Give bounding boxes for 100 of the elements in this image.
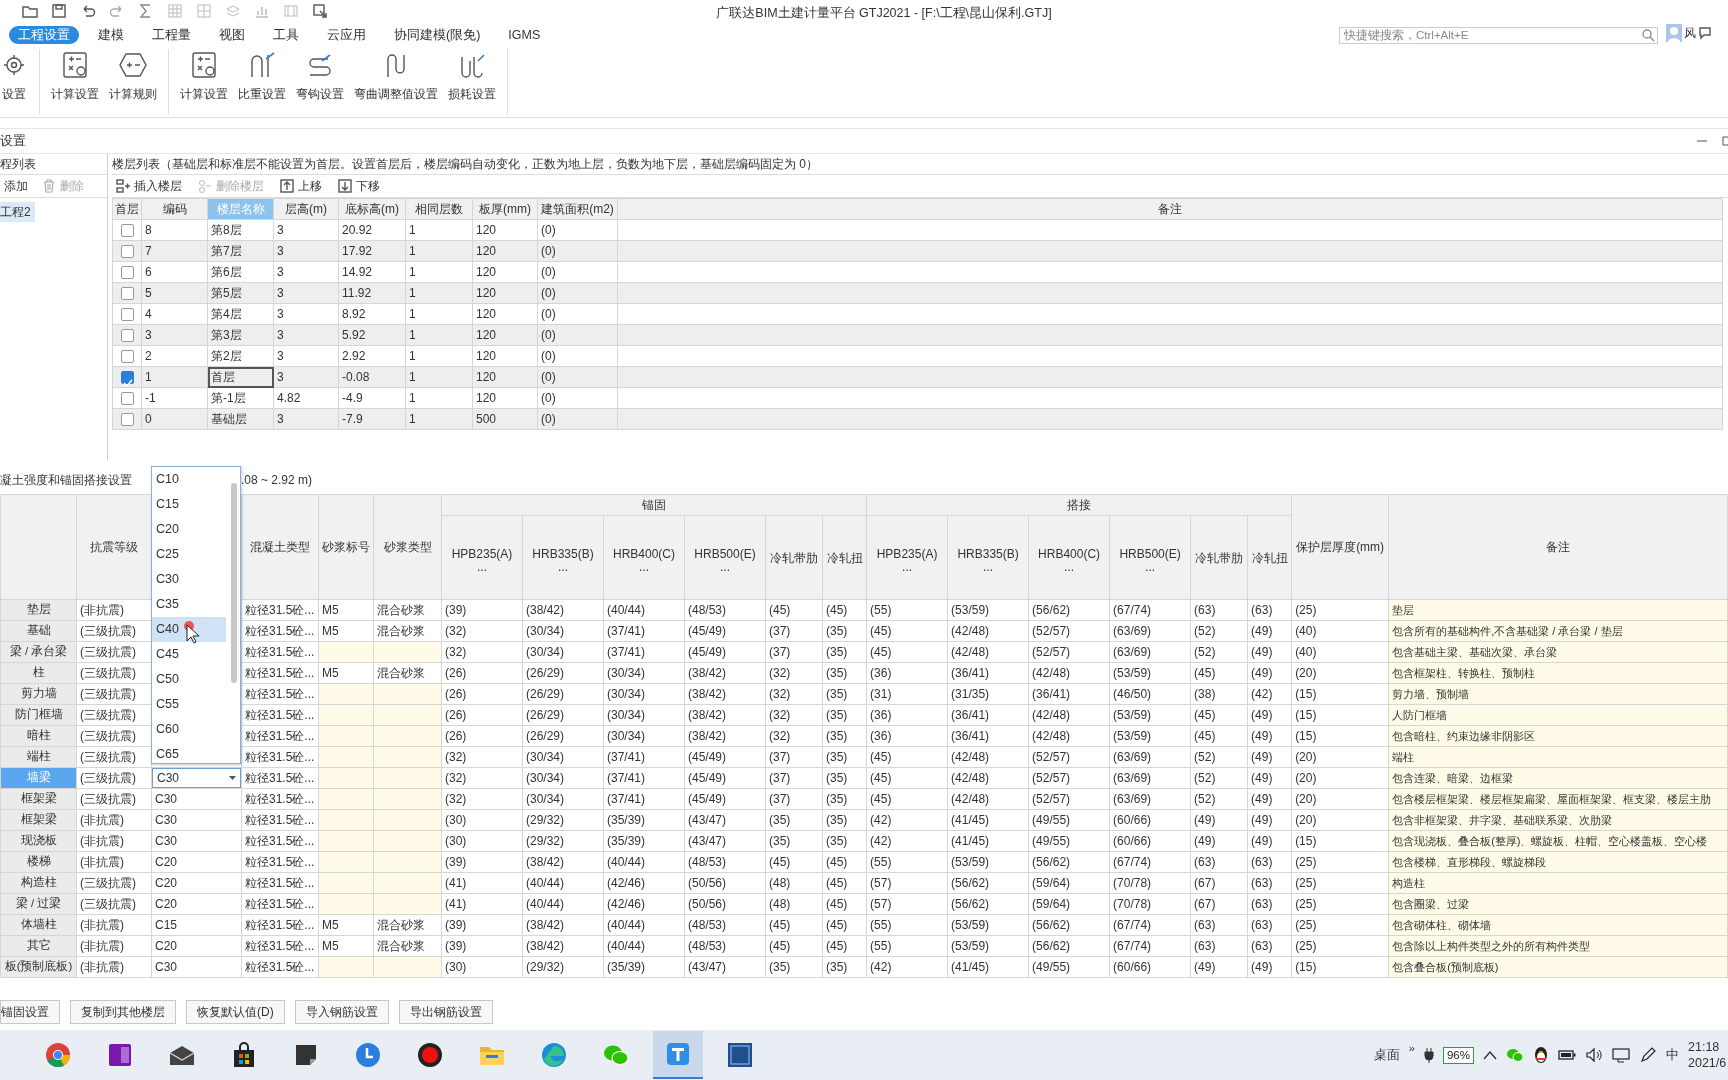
dropdown-option[interactable]: C50 [152, 667, 226, 692]
ribbon-button[interactable]: 计算设置 [46, 49, 104, 115]
ribbon-tab[interactable]: 协同建模(限免) [385, 26, 490, 44]
row-header[interactable]: 基础 [0, 620, 77, 642]
column-header[interactable]: 底标高(m) [338, 198, 406, 220]
footer-button[interactable]: 恢复默认值(D) [186, 1000, 285, 1024]
plug-icon[interactable] [1423, 1047, 1434, 1063]
ribbon-tab[interactable]: 建模 [89, 26, 133, 44]
pen-icon[interactable] [1639, 1046, 1657, 1064]
folder-icon[interactable] [22, 3, 38, 19]
toolbar-button[interactable]: 添加 [0, 176, 32, 196]
ribbon-tab[interactable]: 视图 [210, 26, 254, 44]
checkbox[interactable] [120, 245, 134, 259]
dropdown-option[interactable]: C35 [152, 592, 226, 617]
search-field[interactable]: 快捷键搜索，Ctrl+Alt+E [1339, 27, 1658, 45]
column-header[interactable]: 相同层数 [405, 198, 473, 220]
checkbox[interactable] [120, 266, 134, 280]
penguin-icon[interactable] [1533, 1046, 1549, 1064]
checkbox[interactable] [120, 392, 134, 406]
footer-button[interactable]: 导入钢筋设置 [294, 1000, 389, 1024]
dropdown-option[interactable]: C10 [152, 467, 226, 492]
row-header[interactable]: 梁 / 承台梁 [0, 641, 77, 663]
column-header[interactable]: 层高(m) [273, 198, 339, 220]
chevron-up-icon[interactable] [1483, 1050, 1497, 1060]
toolbar-button[interactable]: 上移 [276, 176, 326, 196]
dropdown-option[interactable]: C25 [152, 542, 226, 567]
row-header[interactable]: 板(预制底板) [0, 956, 77, 978]
ribbon-button[interactable]: 计算规则 [104, 49, 162, 115]
footer-button[interactable]: 导出钢筋设置 [398, 1000, 493, 1024]
ribbon-button[interactable]: 损耗设置 [443, 49, 501, 115]
column-header[interactable]: 编码 [141, 198, 208, 220]
column-header[interactable]: 首层 [112, 198, 142, 220]
chat-bubbles-icon[interactable] [1506, 1047, 1524, 1063]
more-button[interactable]: ... [524, 562, 602, 571]
row-header[interactable]: 框架梁 [0, 809, 77, 831]
dropdown-option[interactable]: C55 [152, 692, 226, 717]
battery-level[interactable]: 96% [1442, 1046, 1474, 1064]
checkbox[interactable] [120, 224, 134, 238]
ribbon-tab[interactable]: 云应用 [318, 26, 375, 44]
checkbox[interactable] [120, 413, 134, 427]
row-header[interactable]: 垫层 [0, 599, 77, 621]
row-header[interactable]: 框架梁 [0, 788, 77, 810]
more-button[interactable]: ... [949, 562, 1028, 571]
footer-button[interactable]: 锚固设置 [0, 1000, 60, 1024]
ribbon-tab[interactable]: IGMS [499, 26, 550, 44]
row-header[interactable]: 梁 / 过梁 [0, 893, 77, 915]
column-header[interactable]: 备注 [617, 198, 1723, 220]
row-header[interactable]: 柱 [0, 662, 77, 684]
maximize-icon[interactable] [1722, 135, 1728, 147]
checkbox[interactable] [120, 350, 134, 364]
dropdown-list[interactable]: C10 C15 C20 C25 C30 C35 C40 C45 C50 C55 C60 C65 [151, 466, 241, 764]
ribbon-button[interactable]: 弯曲调整值设置 [349, 49, 443, 115]
more-button[interactable]: ... [443, 562, 521, 571]
export-icon[interactable] [312, 3, 328, 19]
toolbar-button[interactable]: 下移 [334, 176, 384, 196]
ime-indicator[interactable]: 中 [1666, 1045, 1679, 1065]
dropdown-option[interactable]: C60 [152, 717, 226, 742]
dropdown-option[interactable]: C65 [152, 742, 226, 767]
row-header[interactable]: 构造柱 [0, 872, 77, 894]
column-header[interactable]: 建筑面积(m2) [537, 198, 618, 220]
grade-combobox[interactable]: C30 [152, 768, 241, 788]
more-button[interactable]: ... [686, 562, 764, 571]
checkbox[interactable] [120, 329, 134, 343]
avatar-icon[interactable] [1666, 24, 1682, 42]
clock-time[interactable]: 21:18 [1688, 1039, 1728, 1055]
footer-button[interactable]: 复制到其他楼层 [70, 1000, 176, 1024]
save-icon[interactable] [51, 3, 67, 19]
row-header[interactable]: 防门框墙 [0, 704, 77, 726]
more-button[interactable]: ... [1111, 562, 1190, 571]
row-header[interactable]: 楼梯 [0, 851, 77, 873]
battery-icon[interactable] [1558, 1049, 1576, 1061]
desktop-label[interactable]: 桌面 [1373, 1045, 1400, 1065]
ribbon-button[interactable]: 比重设置 [233, 49, 291, 115]
dropdown-option[interactable]: C15 [152, 492, 226, 517]
row-header[interactable]: 现浇板 [0, 830, 77, 852]
row-header[interactable]: 端柱 [0, 746, 77, 768]
dropdown-option[interactable]: C20 [152, 517, 226, 542]
more-button[interactable]: ... [605, 562, 683, 571]
clock-date[interactable]: 2021/6 [1688, 1055, 1728, 1071]
row-header[interactable]: 剪力墙 [0, 683, 77, 705]
dropdown-option[interactable]: C30 [152, 567, 226, 592]
scrollbar-thumb[interactable] [231, 483, 237, 683]
row-header[interactable]: 体墙柱 [0, 914, 77, 936]
toolbar-button[interactable]: 插入楼层 [112, 176, 186, 196]
checkbox[interactable] [120, 371, 134, 385]
project-item[interactable]: 工程2 [0, 202, 35, 222]
ribbon-tab[interactable]: 工程设置 [9, 26, 79, 44]
ribbon-button[interactable]: 计算设置 [175, 49, 233, 115]
row-header[interactable]: 暗柱 [0, 725, 77, 747]
dropdown-option[interactable]: C45 [152, 642, 226, 667]
ribbon-button[interactable]: 设置 [0, 49, 33, 115]
ribbon-tab[interactable]: 工程量 [143, 26, 200, 44]
ribbon-tab[interactable]: 工具 [264, 26, 308, 44]
checkbox[interactable] [120, 308, 134, 322]
notebook-icon[interactable] [1612, 1047, 1630, 1063]
checkbox[interactable] [120, 287, 134, 301]
ribbon-button[interactable]: 弯钩设置 [291, 49, 349, 115]
column-header[interactable]: 板厚(mm) [472, 198, 538, 220]
more-button[interactable]: ... [1030, 562, 1109, 571]
chat-icon[interactable] [1698, 26, 1712, 40]
